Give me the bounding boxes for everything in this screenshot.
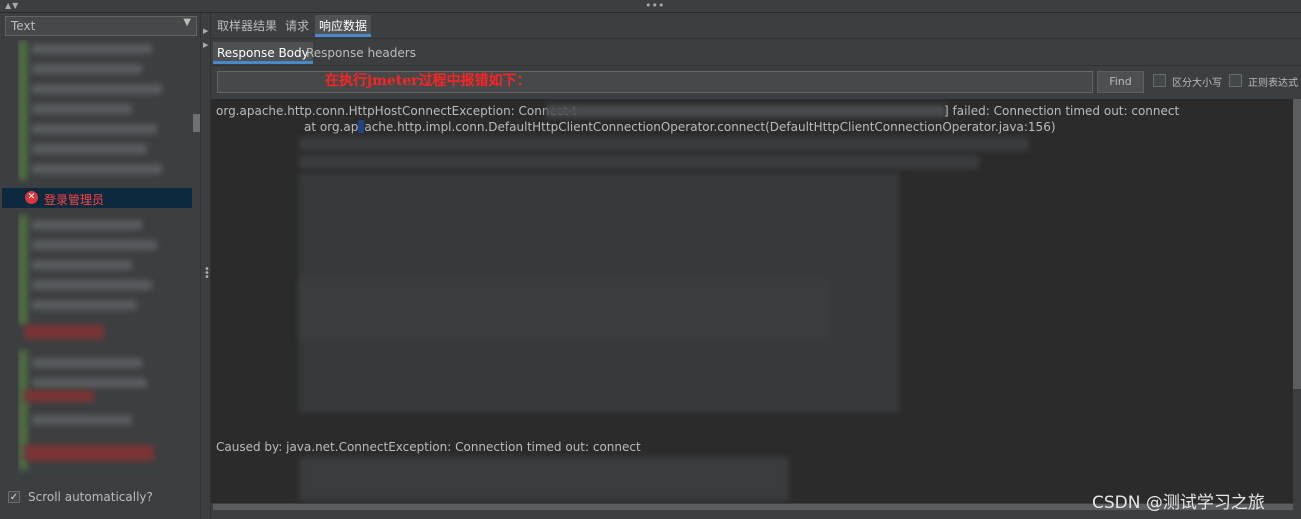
tab-response-body[interactable]: Response Body bbox=[213, 42, 313, 64]
response-body-text[interactable]: org.apache.http.conn.HttpHostConnectExce… bbox=[211, 99, 1293, 503]
tab-response-data[interactable]: 响应数据 bbox=[315, 15, 372, 37]
redacted-tree-items bbox=[32, 358, 142, 368]
renderer-select-value: Text bbox=[11, 19, 36, 33]
watermark: CSDN @测试学习之旅 bbox=[1092, 493, 1265, 513]
redacted-stack-trace bbox=[299, 457, 789, 501]
redacted-stack-trace bbox=[299, 137, 1029, 151]
redacted-tree-items bbox=[32, 220, 142, 230]
caused-by-line: Caused by: java.net.ConnectException: Co… bbox=[216, 440, 641, 454]
redacted-tree-items bbox=[18, 215, 28, 325]
redacted-tree-items bbox=[32, 144, 147, 154]
tree-item-selected[interactable]: ✕ 登录管理员 bbox=[2, 188, 192, 208]
redacted-tree-items bbox=[32, 260, 132, 270]
redacted-tree-items bbox=[18, 40, 28, 180]
tab-request[interactable]: 请求 bbox=[281, 15, 313, 37]
response-line-end: ] failed: Connection timed out: connect bbox=[944, 104, 1180, 118]
stack-frame-b: ache.http.impl.conn.DefaultHttpClientCon… bbox=[364, 120, 1056, 134]
collapse-arrows-icon[interactable]: ▲▼ bbox=[5, 1, 19, 10]
drag-handle-icon[interactable]: ••• bbox=[645, 0, 664, 12]
redacted-stack-trace bbox=[299, 155, 979, 169]
case-sensitive-checkbox[interactable] bbox=[1153, 74, 1166, 87]
redacted-tree-items bbox=[32, 378, 147, 388]
redacted-tree-items bbox=[32, 104, 132, 114]
redacted-tree-items bbox=[32, 280, 152, 290]
regex-checkbox[interactable] bbox=[1229, 74, 1242, 87]
redacted-tree-items bbox=[32, 164, 162, 174]
redacted-stack-trace bbox=[299, 279, 829, 339]
scroll-automatically-label: Scroll automatically? bbox=[28, 490, 153, 504]
redacted-tree-items bbox=[32, 64, 142, 74]
redacted-tree-items bbox=[24, 325, 104, 339]
case-sensitive-label: 区分大小写 bbox=[1172, 78, 1222, 89]
redacted-text bbox=[546, 105, 946, 117]
error-annotation: 在执行jmeter过程中报错如下： bbox=[325, 73, 531, 89]
vertical-scrollbar[interactable] bbox=[1293, 99, 1301, 503]
chevron-down-icon[interactable]: ▼ bbox=[183, 17, 191, 28]
expand-right-icon[interactable]: ▶ bbox=[203, 41, 208, 49]
tab-sampler-result[interactable]: 取样器结果 bbox=[213, 15, 281, 37]
sampler-tree[interactable] bbox=[18, 40, 193, 480]
tree-scrollbar[interactable] bbox=[193, 114, 200, 132]
drag-handle-icon[interactable]: ••• bbox=[204, 265, 210, 283]
scrollbar-thumb[interactable] bbox=[1293, 99, 1301, 389]
response-line: org.apache.http.conn.HttpHostConnectExce… bbox=[216, 104, 577, 118]
scroll-automatically-checkbox[interactable]: ✓ bbox=[8, 491, 20, 503]
top-splitter-bar[interactable]: ▲▼ ••• bbox=[0, 0, 1301, 13]
response-line: at org.ap ache.http.impl.conn.DefaultHttp… bbox=[304, 120, 1056, 134]
renderer-select[interactable]: Text ▼ bbox=[5, 16, 197, 36]
tab-divider bbox=[211, 38, 1301, 39]
regex-label: 正则表达式 bbox=[1248, 78, 1298, 89]
tree-item-label: 登录管理员 bbox=[44, 193, 105, 207]
find-button[interactable]: Find bbox=[1097, 71, 1144, 93]
expand-right-icon[interactable]: ▶ bbox=[203, 27, 208, 35]
redacted-tree-items bbox=[32, 44, 152, 54]
stack-frame-a: at org.ap bbox=[304, 120, 359, 134]
redacted-tree-items bbox=[32, 240, 157, 250]
error-shield-icon: ✕ bbox=[25, 191, 38, 204]
vertical-splitter[interactable]: ▶ ▶ • • • bbox=[200, 13, 211, 519]
redacted-tree-items bbox=[24, 445, 154, 461]
tab-response-headers[interactable]: Response headers bbox=[302, 42, 420, 64]
redacted-tree-items bbox=[24, 390, 94, 402]
redacted-tree-items bbox=[32, 415, 132, 425]
redacted-tree-items bbox=[32, 300, 137, 310]
response-line-start: org.apache.http.conn.HttpHostConnectExce… bbox=[216, 104, 577, 118]
redacted-tree-items bbox=[32, 84, 162, 94]
redacted-tree-items bbox=[32, 124, 157, 134]
subtab-divider bbox=[211, 65, 1301, 66]
